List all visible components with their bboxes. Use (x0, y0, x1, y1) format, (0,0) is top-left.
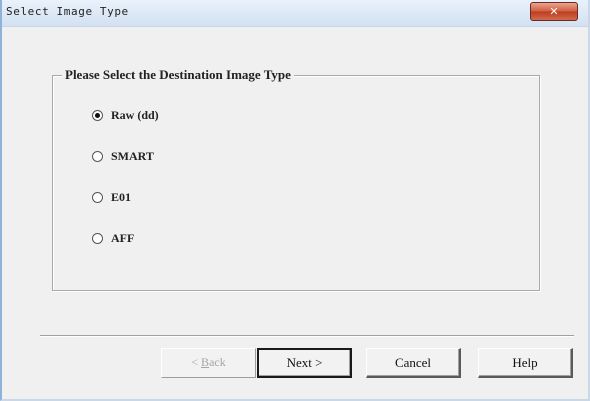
radio-label: Raw (dd) (111, 107, 159, 122)
back-button-prefix: < (191, 355, 202, 369)
button-separator (40, 335, 574, 337)
radio-label: E01 (111, 189, 132, 204)
back-button-label: ack (209, 355, 226, 369)
help-button[interactable]: Help (478, 348, 573, 378)
radio-option-aff[interactable]: AFF (92, 229, 134, 247)
radio-label: SMART (111, 148, 154, 163)
image-type-groupbox: Please Select the Destination Image Type… (52, 67, 540, 291)
radio-label: AFF (111, 230, 135, 245)
window-title: Select Image Type (6, 5, 129, 18)
radio-option-smart[interactable]: SMART (92, 147, 154, 165)
radio-button[interactable] (92, 191, 103, 203)
radio-option-raw[interactable]: Raw (dd) (92, 106, 159, 124)
back-button[interactable]: < Back (161, 348, 256, 378)
close-icon: ✕ (549, 5, 559, 18)
radio-button[interactable] (92, 109, 103, 121)
close-button[interactable]: ✕ (530, 2, 578, 21)
title-bar[interactable]: Select Image Type ✕ (2, 0, 588, 27)
radio-button[interactable] (92, 150, 103, 162)
radio-option-e01[interactable]: E01 (92, 188, 131, 206)
groupbox-legend: Please Select the Destination Image Type (62, 67, 294, 83)
dialog-content: Please Select the Destination Image Type… (2, 27, 588, 399)
radio-button[interactable] (92, 232, 103, 244)
cancel-button[interactable]: Cancel (366, 348, 461, 378)
next-button[interactable]: Next > (257, 348, 352, 378)
back-button-mnemonic: B (201, 355, 210, 369)
dialog-window: Select Image Type ✕ Please Select the De… (0, 0, 590, 401)
